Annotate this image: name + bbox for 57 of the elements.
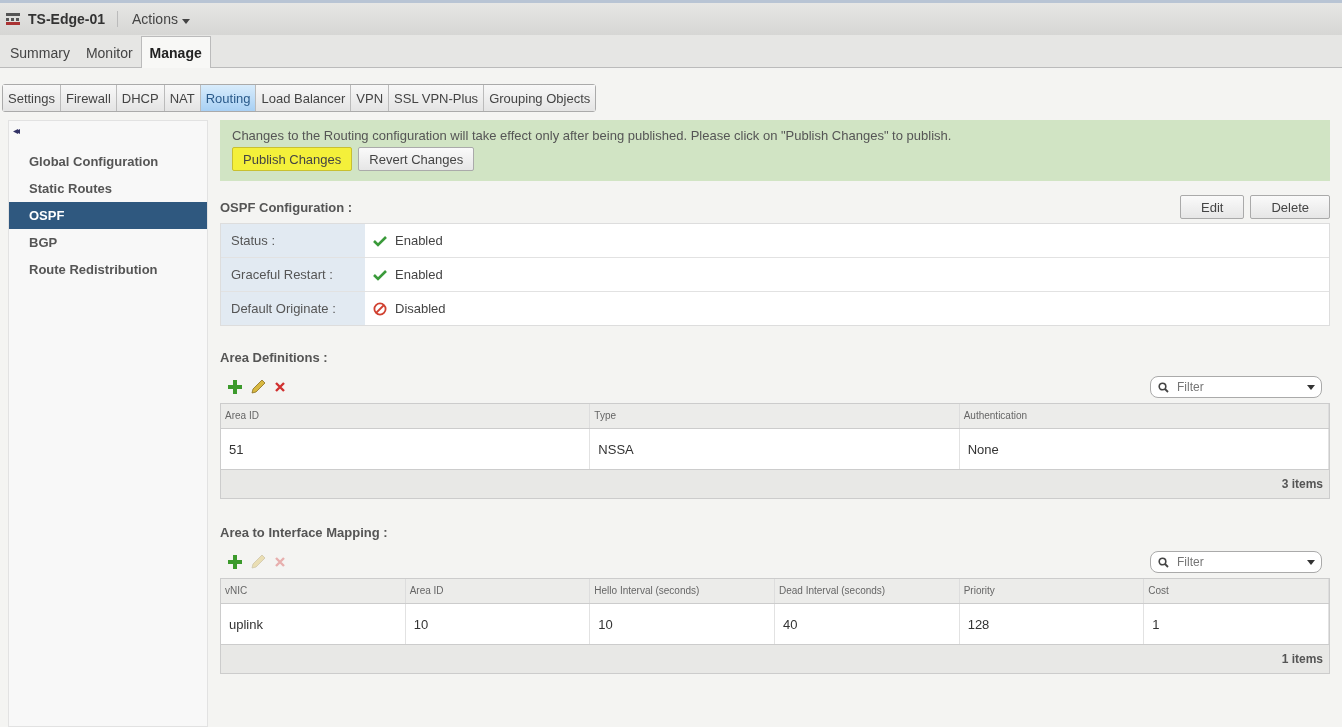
section-title: Area to Interface Mapping :	[220, 525, 389, 540]
caret-icon[interactable]	[1307, 560, 1315, 565]
subtab[interactable]: Settings	[3, 85, 61, 111]
section-title: OSPF Configuration :	[220, 199, 353, 215]
column-header: Cost	[1144, 579, 1329, 603]
grid-icon	[6, 13, 20, 25]
field-value: Disabled	[395, 301, 446, 316]
column-header: Area ID	[221, 404, 591, 428]
caret-icon[interactable]	[1307, 385, 1315, 390]
search-icon	[1158, 382, 1169, 393]
collapse-button[interactable]: ◂◂	[9, 125, 21, 136]
tab[interactable]: Manage	[140, 36, 211, 68]
field-value: Enabled	[395, 233, 443, 248]
pencil-icon[interactable]	[250, 379, 266, 395]
search-icon	[1158, 557, 1169, 568]
field-label: Status :	[221, 224, 365, 257]
ospf-button[interactable]: Edit	[1180, 195, 1245, 219]
sidebar-item[interactable]: Static Routes	[9, 175, 207, 202]
column-header: Authentication	[959, 404, 1329, 428]
column-header: Priority	[959, 579, 1145, 603]
notice-button[interactable]: Revert Changes	[358, 147, 475, 171]
tab[interactable]: Monitor	[77, 39, 141, 67]
subtab[interactable]: SSL VPN-Plus	[389, 85, 485, 111]
notice-button[interactable]: Publish Changes	[232, 147, 353, 171]
column-header: Hello Interval (seconds)	[590, 579, 775, 603]
subtab[interactable]: Grouping Objects	[484, 85, 596, 111]
sidebar-item[interactable]: Global Configuration	[9, 148, 207, 175]
subtab[interactable]: Routing	[200, 85, 257, 111]
item-count: 1 items	[1281, 652, 1323, 666]
section-title: Area Definitions :	[220, 350, 329, 365]
sidebar-item[interactable]: Route Redistribution	[9, 256, 207, 283]
item-count: 3 items	[1281, 477, 1323, 491]
field-value: Enabled	[395, 267, 443, 282]
subtab[interactable]: Load Balancer	[256, 85, 352, 111]
add-icon[interactable]	[228, 555, 242, 569]
add-icon[interactable]	[228, 380, 242, 394]
field-label: Default Originate :	[221, 292, 365, 325]
field-label: Graceful Restart :	[221, 258, 365, 291]
ospf-button[interactable]: Delete	[1250, 195, 1330, 219]
subtab[interactable]: DHCP	[116, 85, 165, 111]
column-header: Dead Interval (seconds)	[775, 579, 960, 603]
filter-field[interactable]: Filter	[1150, 551, 1322, 573]
notice-message: Changes to the Routing configuration will take effect only after being published. Please click on "Publish Changes" to publish.	[232, 128, 953, 143]
delete-icon[interactable]	[274, 381, 286, 393]
column-header: Area ID	[405, 579, 591, 603]
column-header: Type	[590, 404, 960, 428]
column-header: vNIC	[221, 579, 406, 603]
sidebar-item[interactable]: OSPF	[9, 202, 207, 229]
subtab[interactable]: VPN	[351, 85, 390, 111]
subtab[interactable]: NAT	[164, 85, 201, 111]
object-title: TS-Edge-01	[28, 11, 118, 27]
tab[interactable]: Summary	[2, 39, 78, 67]
actions-menu[interactable]: Actions	[126, 10, 196, 28]
sidebar-item[interactable]: BGP	[9, 229, 207, 256]
filter-field[interactable]: Filter	[1150, 376, 1322, 398]
subtab[interactable]: Firewall	[61, 85, 117, 111]
caret-icon	[181, 19, 190, 24]
